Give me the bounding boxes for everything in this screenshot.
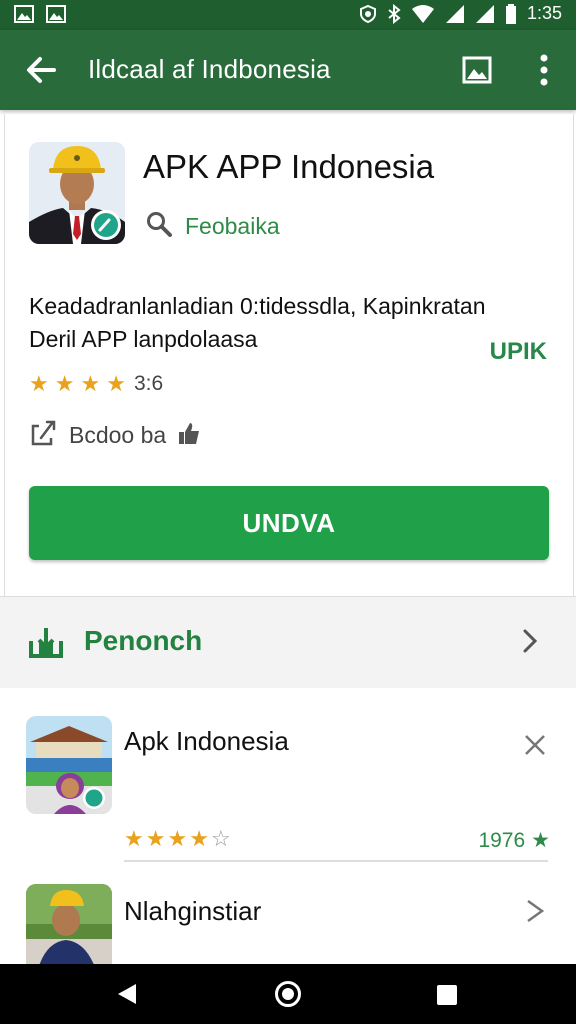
list-item-rating: ★ ★ ★ ★ ☆ bbox=[124, 828, 231, 850]
app-thumbnail bbox=[26, 884, 112, 964]
list-item-title: Nlahginstiar bbox=[124, 896, 262, 926]
list-item-count: 1976 ★ bbox=[478, 828, 550, 853]
chevron-right-icon[interactable] bbox=[522, 898, 548, 924]
share-label: Bcdoo ba bbox=[69, 422, 167, 448]
list-item[interactable]: Nlahginstiar bbox=[0, 862, 576, 964]
wifi-icon bbox=[411, 4, 435, 24]
app-name: APK APP Indonesia bbox=[143, 148, 435, 185]
app-bar: Ildcaal af Indbonesia bbox=[0, 30, 576, 110]
star-full-icon: ★ bbox=[80, 371, 101, 396]
signal-icon bbox=[445, 4, 465, 24]
status-time: 1:35 bbox=[526, 3, 562, 23]
image-icon bbox=[14, 5, 34, 23]
image-icon bbox=[46, 5, 66, 23]
share-row[interactable]: Bcdoo ba bbox=[29, 418, 202, 453]
list-item[interactable]: Apk Indonesia ★ ★ ★ ★ ☆ 1976 ★ bbox=[0, 688, 576, 862]
search-icon bbox=[145, 210, 173, 243]
install-button[interactable]: UNDVA bbox=[29, 486, 549, 560]
app-tag[interactable]: UPIK bbox=[490, 338, 547, 366]
app-icon bbox=[29, 142, 125, 244]
download-icon bbox=[28, 625, 64, 664]
page-title: Ildcaal af Indbonesia bbox=[88, 54, 331, 84]
star-empty-icon: ☆ bbox=[210, 826, 231, 851]
close-icon[interactable] bbox=[522, 732, 548, 758]
description-line: Deril APP lanpdolaasa bbox=[29, 326, 258, 352]
app-detail-card: APK APP Indonesia Feobaika Keadadranlanl… bbox=[4, 114, 574, 604]
star-icon: ★ bbox=[531, 829, 550, 852]
nav-home-icon[interactable] bbox=[274, 980, 302, 1013]
star-full-icon: ★ bbox=[124, 826, 144, 851]
section-header[interactable]: Penonch bbox=[0, 596, 576, 690]
thumb-up-icon bbox=[176, 420, 202, 451]
list-item-title: Apk Indonesia bbox=[124, 726, 289, 756]
star-full-icon: ★ bbox=[54, 371, 75, 396]
rating-value: 3:6 bbox=[133, 372, 164, 395]
star-full-icon: ★ bbox=[145, 826, 166, 851]
developer-row[interactable]: Feobaika bbox=[145, 210, 280, 243]
content: APK APP Indonesia Feobaika Keadadranlanl… bbox=[0, 110, 576, 964]
arrow-left-icon[interactable] bbox=[24, 54, 58, 86]
section-title: Penonch bbox=[84, 625, 203, 656]
rating-row: ★ ★ ★ ★ 3:6 bbox=[29, 372, 163, 396]
star-full-icon: ★ bbox=[167, 826, 188, 851]
status-bar: 1:35 bbox=[0, 0, 576, 30]
share-icon bbox=[29, 418, 59, 453]
alarm-icon bbox=[359, 4, 377, 24]
description-line: Keadadranlanladian 0:tidessdla, Kapinkra… bbox=[29, 293, 486, 319]
developer-name: Feobaika bbox=[185, 213, 280, 239]
star-half-icon: ★ bbox=[189, 826, 209, 851]
nav-recents-icon[interactable] bbox=[436, 984, 458, 1011]
app-thumbnail bbox=[26, 716, 112, 814]
chevron-right-icon[interactable] bbox=[520, 627, 540, 660]
count-value: 1976 bbox=[478, 828, 526, 852]
image-icon[interactable] bbox=[461, 54, 493, 86]
system-nav-bar bbox=[0, 964, 576, 1024]
signal-icon bbox=[475, 4, 495, 24]
star-full-icon: ★ bbox=[29, 371, 49, 396]
star-half-icon: ★ bbox=[106, 371, 126, 396]
bluetooth-icon bbox=[387, 3, 401, 24]
nav-back-icon[interactable] bbox=[116, 982, 138, 1011]
app-description: Keadadranlanladian 0:tidessdla, Kapinkra… bbox=[29, 290, 549, 356]
battery-icon bbox=[505, 3, 517, 24]
more-vert-icon[interactable] bbox=[534, 52, 554, 88]
